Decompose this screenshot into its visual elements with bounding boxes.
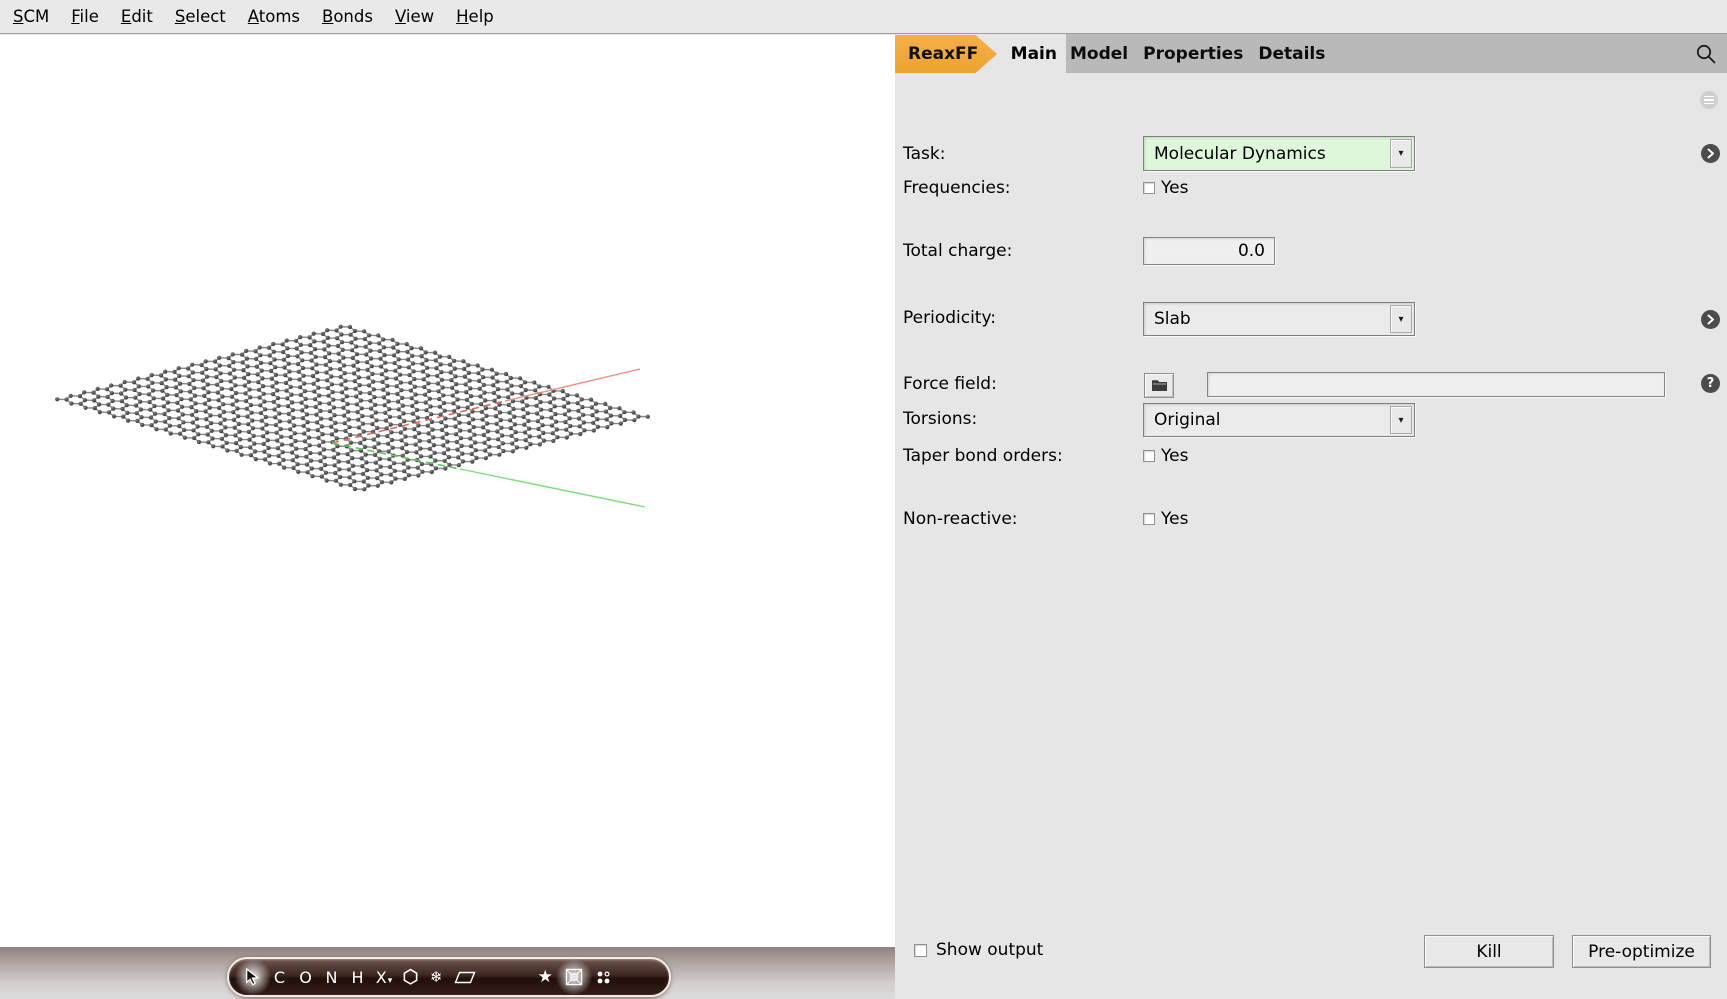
element-hydrogen-button[interactable]: H	[350, 965, 365, 989]
periodicity-dropdown[interactable]: Slab	[1143, 302, 1415, 336]
tab-properties[interactable]: Properties	[1143, 44, 1243, 64]
menu-edit[interactable]: Edit	[110, 7, 164, 26]
graphene-sheet	[55, 325, 650, 492]
lattice-vector-1-dashed	[332, 401, 505, 443]
tab-reaxff[interactable]: ReaxFF	[895, 35, 997, 73]
torsions-value: Original	[1154, 410, 1221, 430]
menu-view[interactable]: View	[384, 7, 445, 26]
kill-button[interactable]: Kill	[1424, 935, 1554, 968]
non-reactive-checkbox[interactable]	[1143, 513, 1155, 525]
search-icon[interactable]	[1694, 42, 1718, 66]
molecule-3d-view[interactable]	[0, 35, 895, 999]
show-output-label: Show output	[936, 938, 1043, 962]
menu-atoms[interactable]: Atoms	[237, 7, 311, 26]
preoptimize-button[interactable]: Pre-optimize	[1572, 935, 1711, 968]
panel-menu-icon[interactable]	[1700, 91, 1718, 109]
view-layout-dots-icon[interactable]	[595, 965, 612, 989]
force-field-browse-button[interactable]	[1144, 373, 1174, 398]
menu-bonds[interactable]: Bonds	[311, 7, 384, 26]
input-panel: Model Properties Details ReaxFF Main Tas…	[895, 34, 1727, 999]
torsions-label: Torsions:	[903, 407, 977, 431]
tab-bar-gray-zone: Model Properties Details	[1066, 34, 1727, 73]
atom-toolbar: C O N H X ❄ ★	[227, 957, 671, 997]
total-charge-input[interactable]	[1143, 237, 1275, 265]
ring-tool-icon[interactable]	[402, 965, 419, 989]
task-dropdown[interactable]: Molecular Dynamics	[1143, 136, 1415, 171]
task-label: Task:	[903, 142, 945, 166]
folder-icon	[1151, 379, 1168, 392]
menu-help[interactable]: Help	[445, 7, 505, 26]
tab-main[interactable]: Main	[995, 35, 1066, 73]
cell-tool-icon[interactable]	[454, 965, 476, 989]
tab-details[interactable]: Details	[1258, 44, 1325, 64]
frequencies-checkbox[interactable]	[1143, 182, 1155, 194]
taper-bond-orders-yes-label: Yes	[1161, 444, 1188, 468]
dropdown-arrow-icon[interactable]	[1390, 406, 1412, 434]
task-value: Molecular Dynamics	[1154, 144, 1326, 164]
pointer-tool-icon[interactable]	[244, 965, 261, 989]
frequencies-label: Frequencies:	[903, 176, 1011, 200]
menu-scm[interactable]: SCM	[2, 7, 60, 26]
taper-bond-orders-checkbox[interactable]	[1143, 450, 1155, 462]
taper-bond-orders-label: Taper bond orders:	[903, 444, 1063, 468]
dropdown-arrow-icon[interactable]	[1390, 305, 1412, 333]
non-reactive-yes-label: Yes	[1161, 507, 1188, 531]
application-window: SCM File Edit Select Atoms Bonds View He…	[0, 0, 1727, 999]
perspective-box-icon[interactable]	[564, 965, 584, 989]
tab-model[interactable]: Model	[1070, 44, 1128, 64]
force-field-input[interactable]	[1207, 372, 1665, 397]
tab-bar: Model Properties Details ReaxFF Main	[895, 34, 1727, 73]
task-detail-chevron-icon[interactable]	[1701, 144, 1720, 163]
torsions-dropdown[interactable]: Original	[1143, 403, 1415, 437]
force-field-help-icon[interactable]: ?	[1701, 374, 1720, 393]
dropdown-arrow-icon[interactable]	[1390, 139, 1412, 168]
show-output-checkbox[interactable]	[914, 944, 927, 957]
frequencies-yes-label: Yes	[1161, 176, 1188, 200]
non-reactive-label: Non-reactive:	[903, 507, 1018, 531]
menu-select[interactable]: Select	[164, 7, 237, 26]
total-charge-label: Total charge:	[903, 239, 1012, 263]
element-x-picker-button[interactable]: X	[376, 965, 391, 989]
periodicity-label: Periodicity:	[903, 306, 996, 330]
lattice-vector-2-axis	[460, 469, 645, 507]
menu-bar: SCM File Edit Select Atoms Bonds View He…	[0, 0, 1727, 34]
molecule-viewer[interactable]: C O N H X ❄ ★	[0, 35, 895, 999]
element-carbon-button[interactable]: C	[272, 965, 287, 989]
element-nitrogen-button[interactable]: N	[324, 965, 339, 989]
periodicity-detail-chevron-icon[interactable]	[1701, 310, 1720, 329]
favorites-star-icon[interactable]: ★	[538, 965, 553, 989]
element-oxygen-button[interactable]: O	[298, 965, 313, 989]
force-field-label: Force field:	[903, 372, 997, 396]
freeze-tool-icon[interactable]: ❄	[430, 965, 443, 989]
menu-file[interactable]: File	[60, 7, 110, 26]
periodicity-value: Slab	[1154, 309, 1191, 329]
lattice-vector-1-axis	[505, 369, 640, 401]
